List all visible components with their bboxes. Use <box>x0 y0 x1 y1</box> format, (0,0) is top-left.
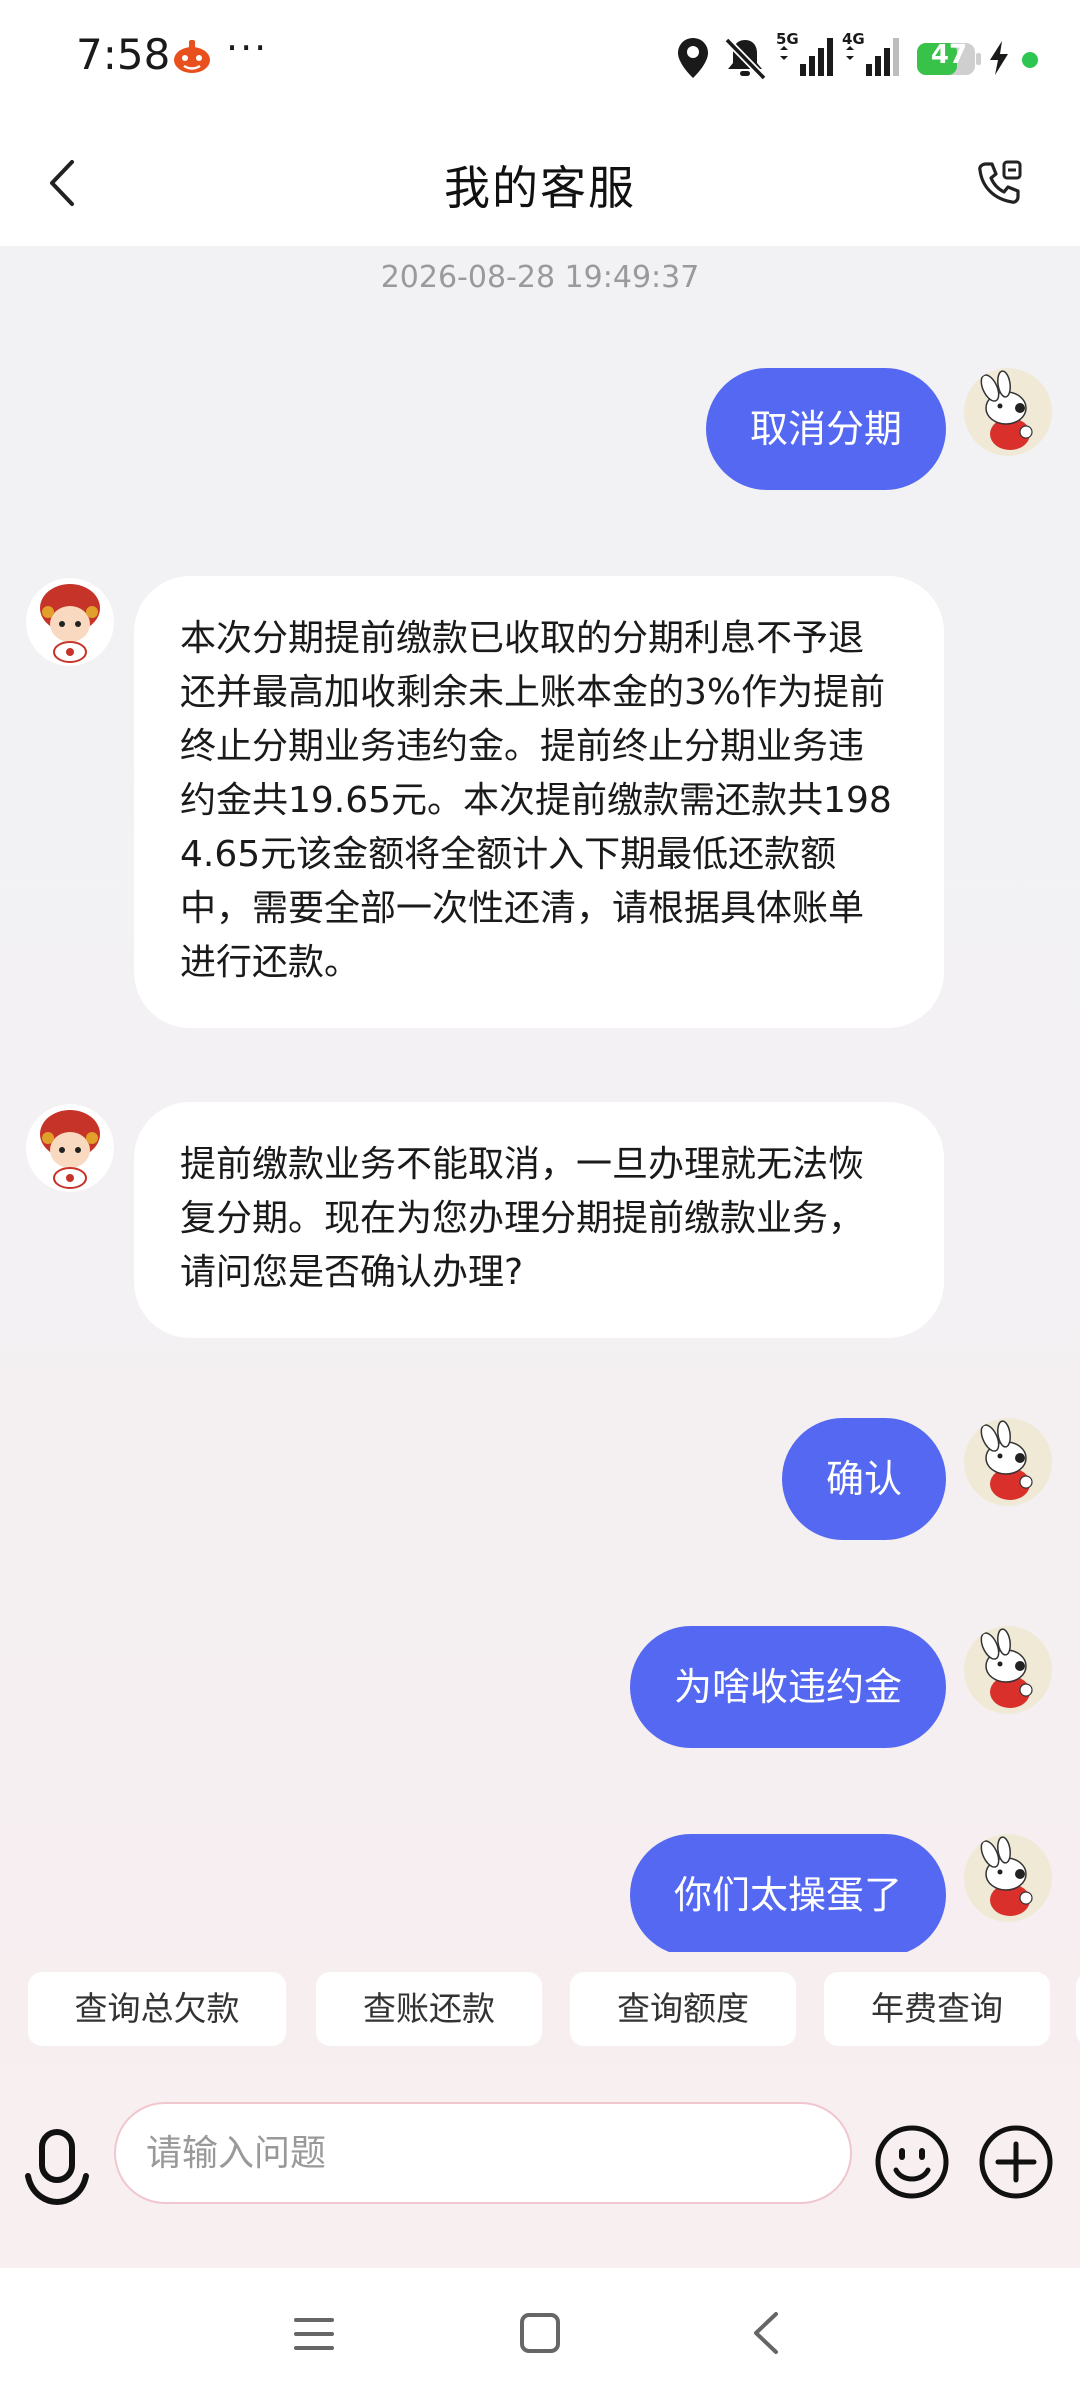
chat-area[interactable]: 2026-08-28 19:49:37 取消分期 本次分期提前缴款已收取的分期利… <box>0 246 1080 1952</box>
quick-reply-chip[interactable]: 年费查询 <box>824 1972 1050 2046</box>
bot-message[interactable]: 提前缴款业务不能取消，一旦办理就无法恢复分期。现在为您办理分期提前缴款业务，请问… <box>134 1102 944 1338</box>
quick-reply-bar[interactable]: 查询总欠款 查账还款 查询额度 年费查询 <box>0 1952 1080 2066</box>
user-message[interactable]: 你们太操蛋了 <box>629 1834 946 1952</box>
quick-reply-chip-more[interactable] <box>1076 1972 1080 2046</box>
bot-avatar <box>26 1104 114 1192</box>
quick-reply-chip[interactable]: 查询额度 <box>570 1972 796 2046</box>
message-timestamp: 2026-08-28 19:49:37 <box>380 260 700 295</box>
battery-level: 47 <box>930 40 968 70</box>
location-icon <box>678 38 708 78</box>
user-avatar[interactable] <box>964 1418 1052 1506</box>
user-avatar[interactable] <box>964 1626 1052 1714</box>
quick-reply-chip[interactable]: 查账还款 <box>316 1972 542 2046</box>
nav-back-icon[interactable] <box>748 2310 782 2356</box>
status-bar: 7:58 ··· 5G 4G 47 <box>0 0 1080 118</box>
user-message[interactable]: 确认 <box>781 1418 946 1540</box>
4g-label: 4G <box>842 30 865 48</box>
bot-message[interactable]: 本次分期提前缴款已收取的分期利息不予退还并最高加收剩余未上账本金的3%作为提前终… <box>134 576 944 1028</box>
signal-4g-icon: 4G <box>842 30 899 76</box>
charging-icon <box>990 41 1008 75</box>
mute-icon <box>724 37 767 80</box>
status-dot <box>1022 52 1038 68</box>
status-time: 7:58 <box>76 30 171 79</box>
plus-icon[interactable] <box>978 2124 1054 2200</box>
header: 我的客服 <box>0 118 1080 246</box>
page-title: 我的客服 <box>444 161 636 215</box>
recent-apps-icon[interactable] <box>292 2312 336 2356</box>
user-avatar[interactable] <box>964 368 1052 456</box>
emoji-icon[interactable] <box>874 2124 950 2200</box>
user-avatar[interactable] <box>964 1834 1052 1922</box>
more-notifications-icon: ··· <box>226 26 269 70</box>
input-bar <box>0 2066 1080 2268</box>
voice-input-icon[interactable] <box>20 2128 94 2208</box>
phone-call-icon[interactable] <box>974 158 1024 208</box>
home-icon[interactable] <box>518 2310 562 2356</box>
signal-5g-icon: 5G <box>776 30 833 76</box>
quick-reply-chip[interactable]: 查询总欠款 <box>28 1972 286 2046</box>
user-message[interactable]: 为啥收违约金 <box>629 1626 946 1748</box>
bot-avatar <box>26 578 114 666</box>
5g-label: 5G <box>776 30 799 48</box>
system-nav-bar <box>0 2268 1080 2400</box>
app-notification-icon <box>174 40 210 73</box>
user-message[interactable]: 取消分期 <box>705 368 946 490</box>
question-input[interactable] <box>114 2102 852 2204</box>
